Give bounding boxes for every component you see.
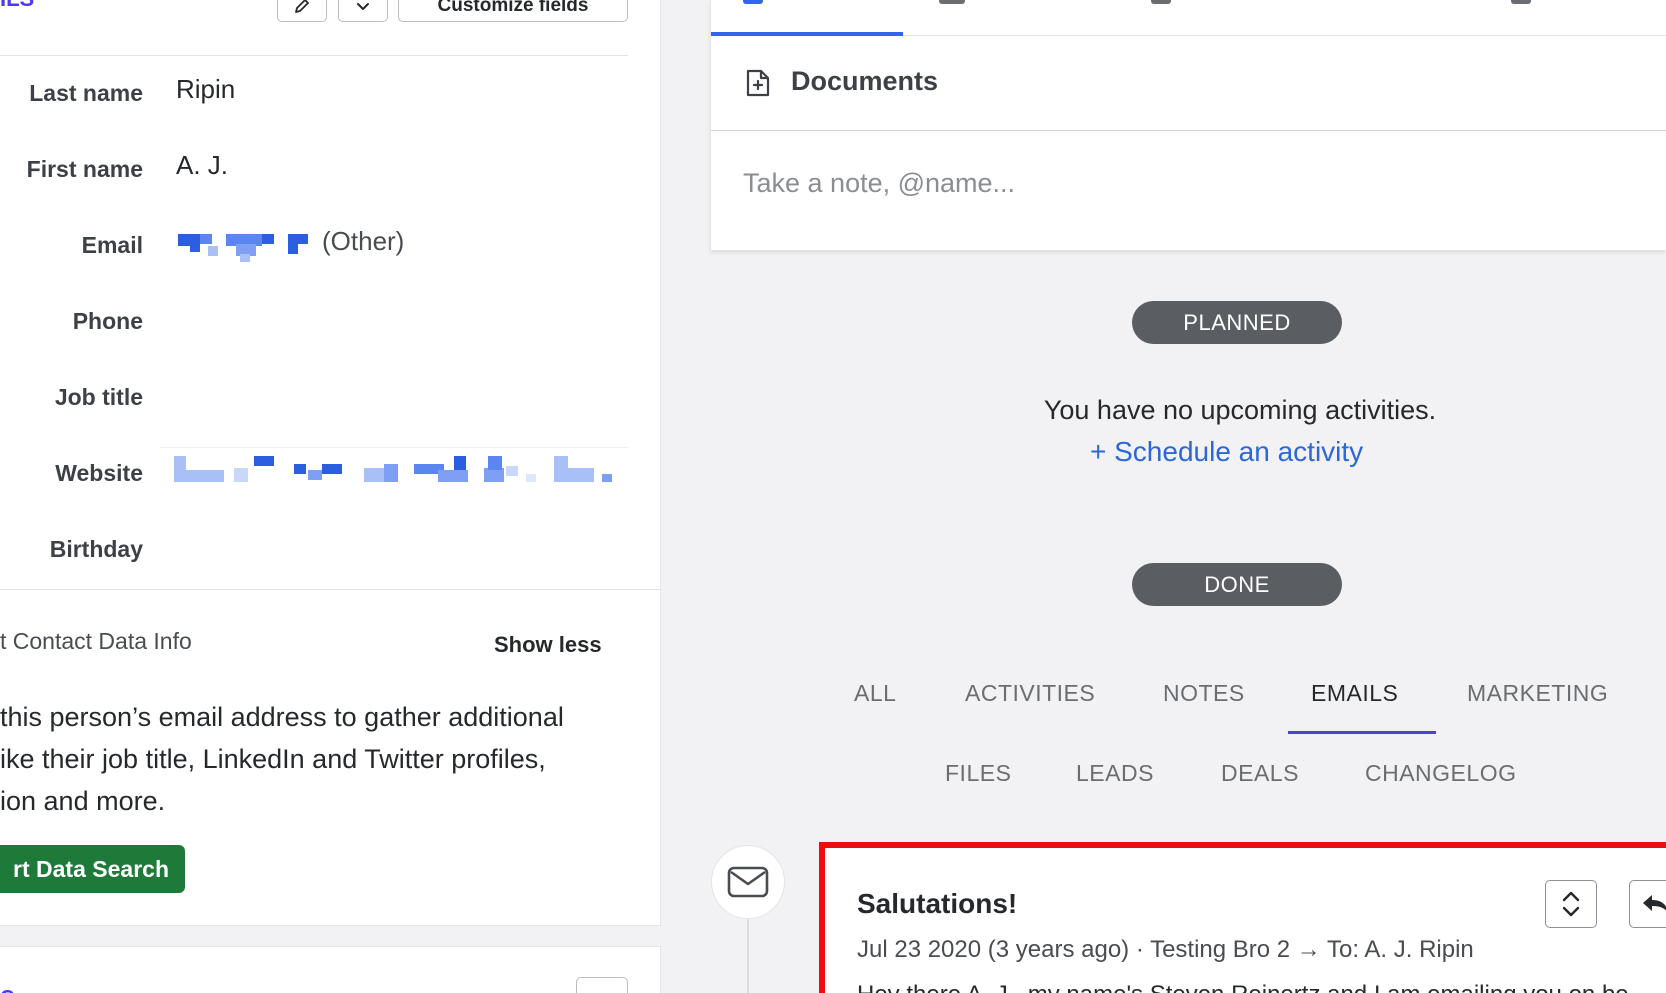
reply-email-button[interactable] xyxy=(1629,880,1666,928)
email-type: (Other) xyxy=(322,226,405,256)
reply-icon xyxy=(1643,895,1666,911)
expand-email-button[interactable] xyxy=(1545,880,1597,928)
field-first-name: First name A. J. xyxy=(0,150,628,216)
details-header: ILS Customize fields xyxy=(0,0,628,56)
field-label: Website xyxy=(55,460,143,486)
field-label: Last name xyxy=(29,80,143,106)
field-value[interactable]: Ripin xyxy=(176,74,235,105)
filter-tab-notes[interactable]: NOTES xyxy=(1163,680,1245,707)
expand-collapse-icon xyxy=(1562,891,1580,917)
filter-tab-deals[interactable]: DEALS xyxy=(1221,760,1299,787)
description-line: ike their job title, LinkedIn and Twitte… xyxy=(0,744,546,774)
active-filter-indicator xyxy=(1288,731,1436,734)
next-section-title: C xyxy=(0,987,14,993)
documents-label: Documents xyxy=(791,66,939,96)
field-birthday: Birthday xyxy=(0,536,628,596)
filter-tab-changelog[interactable]: CHANGELOG xyxy=(1365,760,1516,787)
composer-tab-icon[interactable] xyxy=(1511,0,1531,4)
website-value-redacted[interactable] xyxy=(174,456,614,486)
email-activity-card[interactable]: Salutations! Jul 23 2020 (3 years ago) ·… xyxy=(819,842,1666,993)
filter-tab-marketing[interactable]: MARKETING xyxy=(1467,680,1608,707)
composer-tab-icon[interactable] xyxy=(1151,0,1171,4)
planned-badge: PLANNED xyxy=(1132,301,1342,344)
filter-tab-leads[interactable]: LEADS xyxy=(1076,760,1154,787)
composer-tab-icon[interactable] xyxy=(939,0,965,4)
show-less-link[interactable]: Show less xyxy=(494,632,602,658)
details-section-title: ILS xyxy=(0,0,34,12)
email-timeline-marker xyxy=(711,845,785,919)
description-line: this person’s email address to gather ad… xyxy=(0,702,564,732)
activity-composer: Documents xyxy=(710,0,1666,250)
field-label: Email xyxy=(81,232,143,258)
email-meta: Jul 23 2020 (3 years ago) · Testing Bro … xyxy=(857,936,1474,963)
composer-tabs xyxy=(711,0,1666,36)
pencil-icon xyxy=(295,0,309,13)
customize-fields-button[interactable]: Customize fields xyxy=(398,0,628,22)
field-job-title: Job title xyxy=(0,384,628,444)
mail-icon xyxy=(727,866,769,898)
filter-tab-all[interactable]: ALL xyxy=(854,680,896,707)
filter-tab-files[interactable]: FILES xyxy=(945,760,1011,787)
field-email: Email (Other) xyxy=(0,226,628,292)
field-last-name: Last name Ripin xyxy=(0,74,628,140)
composer-tab-icon[interactable] xyxy=(743,0,763,4)
email-preview: Hey there A. J., my name's Steven Reiner… xyxy=(857,981,1629,993)
field-label: Birthday xyxy=(49,536,143,562)
note-input[interactable] xyxy=(743,168,1643,199)
email-subject[interactable]: Salutations! xyxy=(857,888,1017,920)
filter-tab-activities[interactable]: ACTIVITIES xyxy=(965,680,1095,707)
chevron-down-icon xyxy=(357,3,369,10)
more-dropdown-button[interactable] xyxy=(338,0,388,22)
next-section-card: C xyxy=(0,946,661,993)
email-value-redacted[interactable] xyxy=(178,232,313,262)
field-label: First name xyxy=(26,156,143,182)
field-label: Phone xyxy=(72,308,143,334)
documents-tab[interactable]: Documents xyxy=(711,36,1666,131)
field-value[interactable]: A. J. xyxy=(176,150,228,181)
schedule-activity-link[interactable]: + Schedule an activity xyxy=(1090,436,1363,468)
section-divider xyxy=(0,589,661,590)
field-website: Website xyxy=(0,456,628,520)
smart-data-search-button[interactable]: rt Data Search xyxy=(0,845,185,893)
field-divider xyxy=(160,447,628,448)
no-activities-text: You have no upcoming activities. xyxy=(1043,395,1437,425)
timeline-line xyxy=(747,919,749,993)
next-section-button[interactable] xyxy=(576,977,628,993)
person-details-card: ILS Customize fields Last name Ripin Fir… xyxy=(0,0,661,926)
contact-data-description: this person’s email address to gather ad… xyxy=(0,696,630,822)
edit-button[interactable] xyxy=(277,0,327,22)
contact-data-info-title: t Contact Data Info xyxy=(0,628,192,654)
filter-tab-emails[interactable]: EMAILS xyxy=(1311,680,1398,707)
done-badge: DONE xyxy=(1132,563,1342,606)
field-label: Job title xyxy=(54,384,143,410)
document-icon xyxy=(746,69,770,97)
description-line: ion and more. xyxy=(0,786,166,816)
field-phone: Phone xyxy=(0,308,628,368)
